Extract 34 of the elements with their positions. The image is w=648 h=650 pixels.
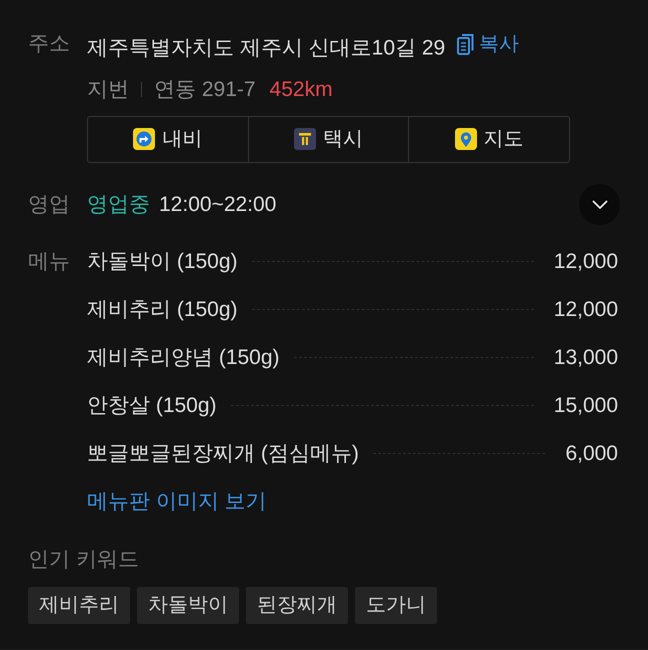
lot-number-text: 연동 291-7	[154, 78, 256, 100]
menu-item-name: 제비추리 (150g)	[87, 296, 238, 323]
menu-item-price: 12,000	[554, 248, 618, 275]
taxi-sign-icon	[294, 128, 316, 150]
address-text: 제주특별자치도 제주시 신대로10길 29	[87, 36, 446, 60]
menu-item-price: 15,000	[554, 392, 618, 419]
menu-item-price: 6,000	[565, 440, 618, 467]
keywords-title: 인기 키워드	[28, 546, 140, 572]
menu-image-link[interactable]: 메뉴판 이미지 보기	[87, 478, 267, 526]
expand-button[interactable]	[579, 184, 620, 225]
taxi-button[interactable]: 택시	[248, 116, 408, 162]
lot-label: 지번	[87, 78, 129, 100]
menu-item-name: 안창살 (150g)	[87, 392, 217, 419]
map-pin-icon	[454, 128, 477, 150]
menu-item-name: 제비추리양념 (150g)	[87, 344, 280, 371]
keyword-tag[interactable]: 된장찌개	[246, 586, 348, 624]
open-status-text: 영업중	[87, 192, 150, 218]
keyword-tag[interactable]: 제비추리	[28, 586, 130, 624]
keyword-tag[interactable]: 차돌박이	[137, 586, 239, 624]
map-button[interactable]: 지도	[408, 116, 570, 162]
hours-text: 12:00~22:00	[159, 192, 276, 218]
distance-text: 452km	[270, 78, 333, 100]
menu-label: 메뉴	[28, 248, 71, 274]
hours-label: 영업	[28, 192, 71, 218]
navigation-button[interactable]: 내비	[88, 116, 248, 162]
copy-icon	[457, 34, 474, 54]
menu-item-price: 13,000	[554, 344, 618, 371]
chevron-icon	[592, 200, 608, 210]
keyword-tag[interactable]: 도가니	[355, 586, 437, 624]
address-label: 주소	[28, 31, 71, 57]
menu-item-name: 뽀글뽀글된장찌개 (점심메뉴)	[87, 440, 359, 467]
copy-button[interactable]: 복사	[457, 29, 520, 59]
menu-item-name: 차돌박이 (150g)	[87, 248, 238, 275]
menu-item-price: 12,000	[554, 296, 618, 323]
